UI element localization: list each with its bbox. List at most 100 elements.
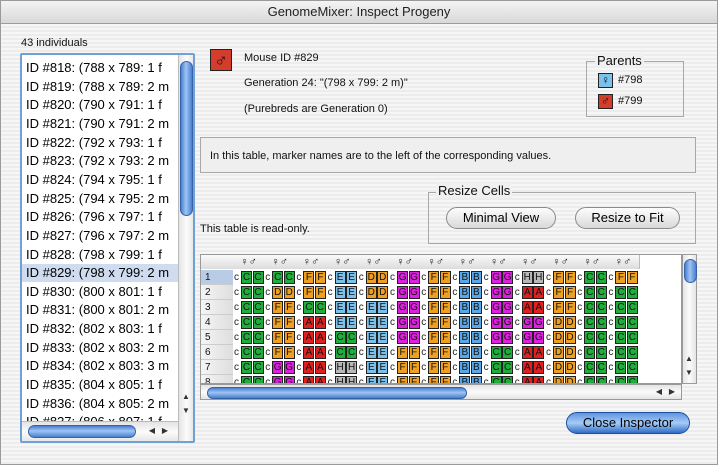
allele-cell: G [502,301,514,314]
table-scroll-left-arrow-icon[interactable]: ◀ [653,386,665,398]
marker-name: c [577,347,583,358]
table-vertical-scrollbar[interactable]: ▲ ▼ [682,254,697,384]
column-header[interactable]: ♀♂ [451,255,484,269]
minimal-view-button[interactable]: Minimal View [446,207,556,229]
allele-cell: C [615,346,627,359]
list-item[interactable]: ID #825: (794 x 795: 2 m [26,190,181,208]
list-item[interactable]: ID #828: (798 x 799: 1 f [26,246,181,264]
list-item[interactable]: ID #835: (804 x 805: 1 f [26,376,181,394]
allele-cell: C [584,301,596,314]
marker-name: c [452,272,458,283]
list-item[interactable]: ID #832: (802 x 803: 1 f [26,320,181,338]
list-item[interactable]: ID #831: (800 x 801: 2 m [26,301,181,319]
row-header[interactable]: 5 [201,330,233,345]
allele-cell: F [553,271,564,284]
list-item[interactable]: ID #819: (788 x 789: 2 m [26,78,181,96]
list-item[interactable]: ID #830: (800 x 801: 1 f [26,283,181,301]
allele-cell: B [459,346,471,359]
genotype-table[interactable]: ♀♂ ♀♂ ♀♂ ♀♂ ♀♂ ♀♂ ♀♂ ♀♂ ♀♂ ♀♂ ♀♂ ♀♂ ♀♂ 1 c C Cc C Cc F Fc E Ec… [200,254,682,384]
allele-cell: F [428,346,440,359]
father-male-symbol-icon: ♂ [598,94,613,109]
row-header[interactable]: 7 [201,360,233,375]
list-item[interactable]: ID #826: (796 x 797: 1 f [26,208,181,226]
allele-cell: C [502,346,514,359]
marker-name: c [546,377,551,384]
table-scroll-down-arrow-icon[interactable]: ▼ [683,367,695,379]
row-header[interactable]: 4 [201,315,233,330]
allele-cell: B [459,361,471,374]
allele-cell: F [439,331,451,344]
allele-cell: B [459,301,471,314]
column-header[interactable]: ♀♂ [420,255,453,269]
row-header[interactable]: 8 [201,375,233,383]
list-item[interactable]: ID #818: (788 x 789: 1 f [26,59,181,77]
marker-name: c [296,347,302,358]
list-scroll-thumb[interactable] [180,61,193,216]
list-horizontal-scrollbar[interactable]: ◀ ▶ [22,421,178,441]
list-item[interactable]: ID #836: (804 x 805: 2 m [26,395,181,413]
allele-cell: D [377,286,389,299]
allele-cell: C [595,316,607,329]
row-header[interactable]: 1 [201,270,233,285]
allele-cell: C [615,331,627,344]
close-inspector-button[interactable]: Close Inspector [566,412,690,434]
allele-cell: A [533,301,545,314]
marker-name: c [296,272,302,283]
list-item[interactable]: ID #827: (796 x 797: 2 m [26,227,181,245]
marker-name: c [327,332,333,343]
list-item[interactable]: ID #822: (792 x 793: 1 f [26,134,181,152]
table-horizontal-scrollbar[interactable]: ◀ ▶ [200,384,682,400]
table-scroll-thumb[interactable] [684,259,697,283]
allele-cell: E [377,301,389,314]
allele-cell: F [439,361,451,374]
table-scroll-right-arrow-icon[interactable]: ▶ [666,386,678,398]
list-item[interactable]: ID #824: (794 x 795: 1 f [26,171,181,189]
allele-cell: F [283,331,295,344]
list-item[interactable]: ID #820: (790 x 791: 1 f [26,96,181,114]
allele-cell: H [533,271,545,284]
allele-cell: A [303,376,315,383]
allele-cell: H [334,376,346,383]
list-item[interactable]: ID #823: (792 x 793: 2 m [26,152,181,170]
allele-cell: G [283,361,295,374]
individual-list[interactable]: ID #838: (806 x 807: 2 mID #837: (806 x … [20,53,195,443]
allele-cell: G [272,361,284,374]
column-header[interactable]: ♀♂ [607,255,640,269]
column-header[interactable]: ♀♂ [576,255,609,269]
row-header[interactable]: 6 [201,345,233,360]
column-header[interactable]: ♀♂ [233,255,266,269]
list-item[interactable]: ID #833: (802 x 803: 2 m [26,339,181,357]
resize-to-fit-button[interactable]: Resize to Fit [575,207,680,229]
table-scroll-up-arrow-icon[interactable]: ▲ [683,353,695,365]
list-item[interactable]: ID #829: (798 x 799: 2 m [22,264,181,283]
allele-cell: C [584,361,596,374]
marker-name: c [234,272,239,283]
list-scroll-right-arrow-icon[interactable]: ▶ [159,425,171,437]
column-header[interactable]: ♀♂ [264,255,297,269]
marker-name: c [234,302,239,313]
allele-cell: E [365,301,377,314]
list-scroll-down-arrow-icon[interactable]: ▼ [180,405,192,417]
column-header[interactable]: ♀♂ [389,255,422,269]
list-item[interactable]: ID #834: (802 x 803: 3 m [26,357,181,375]
row-header[interactable]: 3 [201,300,233,315]
column-header[interactable]: ♀♂ [482,255,515,269]
list-vertical-scrollbar[interactable]: ▲ ▼ [178,55,193,441]
column-header[interactable]: ♀♂ [513,255,546,269]
allele-cell: F [553,301,564,314]
allele-cell: A [314,376,326,383]
list-scroll-left-arrow-icon[interactable]: ◀ [146,425,158,437]
marker-name: c [421,332,427,343]
table-hscroll-thumb[interactable] [207,387,467,399]
column-header[interactable]: ♀♂ [545,255,578,269]
marker-name: c [390,362,395,373]
column-header[interactable]: ♀♂ [357,255,390,269]
list-item[interactable]: ID #821: (790 x 791: 2 m [26,115,181,133]
list-hscroll-thumb[interactable] [28,425,136,438]
list-scroll-up-arrow-icon[interactable]: ▲ [180,391,192,403]
allele-cell: A [314,331,326,344]
column-header[interactable]: ♀♂ [295,255,328,269]
column-header[interactable]: ♀♂ [326,255,359,269]
mother-id: #798 [618,74,643,86]
row-header[interactable]: 2 [201,285,233,300]
